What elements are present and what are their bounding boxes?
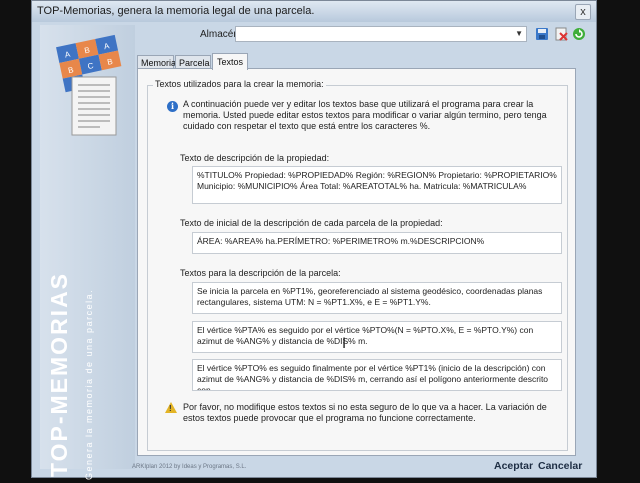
desc-propiedad-label: Texto de descripción de la propiedad: (180, 153, 330, 163)
desc-parcela-textbox-3[interactable]: El vértice %PTO% es seguido finalmente p… (192, 359, 562, 391)
group-title: Textos utilizados para la crear la memor… (153, 79, 326, 89)
text-cursor-icon: I (342, 336, 347, 352)
inicial-parcela-textbox[interactable]: ÁREA: %AREA% ha.PERÍMETRO: %PERIMETRO% m… (192, 232, 562, 254)
main-window: TOP-Memorias, genera la memoria legal de… (31, 0, 597, 480)
almacen-select[interactable]: ▼ (235, 26, 527, 42)
accept-button[interactable]: Aceptar (494, 460, 533, 472)
tab-parcela[interactable]: Parcela (175, 55, 211, 69)
textos-panel: Textos utilizados para la crear la memor… (137, 68, 576, 456)
desc-parcela-label: Textos para la descripción de la parcela… (180, 268, 341, 278)
save-icon[interactable] (535, 27, 549, 41)
desc-parcela-textbox-1[interactable]: Se inicia la parcela en %PT1%, georefere… (192, 282, 562, 314)
desc-propiedad-textbox[interactable]: %TITULO% Propiedad: %PROPIEDAD% Región: … (192, 166, 562, 204)
app-tagline: Genera la memoria de una parcela. (84, 288, 94, 480)
app-name: TOP-MEMORIAS (46, 271, 72, 477)
inicial-parcela-label: Texto de inicial de la descripción de ca… (180, 218, 443, 228)
info-text: A continuación puede ver y editar los te… (183, 99, 547, 131)
title-bar[interactable]: TOP-Memorias, genera la memoria legal de… (32, 1, 596, 22)
refresh-icon[interactable] (572, 27, 586, 41)
info-icon: i (167, 101, 178, 112)
chevron-down-icon[interactable]: ▼ (515, 29, 523, 38)
app-logo: A B A B C B C (56, 34, 122, 136)
window-title: TOP-Memorias, genera la memoria legal de… (37, 5, 315, 17)
cancel-button[interactable]: Cancelar (538, 460, 582, 472)
delete-icon[interactable] (554, 27, 568, 41)
tab-textos[interactable]: Textos (212, 53, 248, 70)
close-button[interactable]: x (575, 4, 591, 20)
sidebar: A B A B C B C TOP-MEMORIAS Genera la me (40, 25, 135, 480)
desc-parcela-textbox-2[interactable]: El vértice %PTA% es seguido por el vérti… (192, 321, 562, 353)
copyright-text: ARKIplan 2012 by Ideas y Programas, S.L. (132, 464, 247, 470)
warning-mark: ! (169, 404, 172, 413)
almacen-label: Almacén (200, 29, 239, 40)
tab-memoria[interactable]: Memoria (137, 55, 176, 69)
warning-text: Por favor, no modifique estos textos si … (183, 402, 547, 423)
